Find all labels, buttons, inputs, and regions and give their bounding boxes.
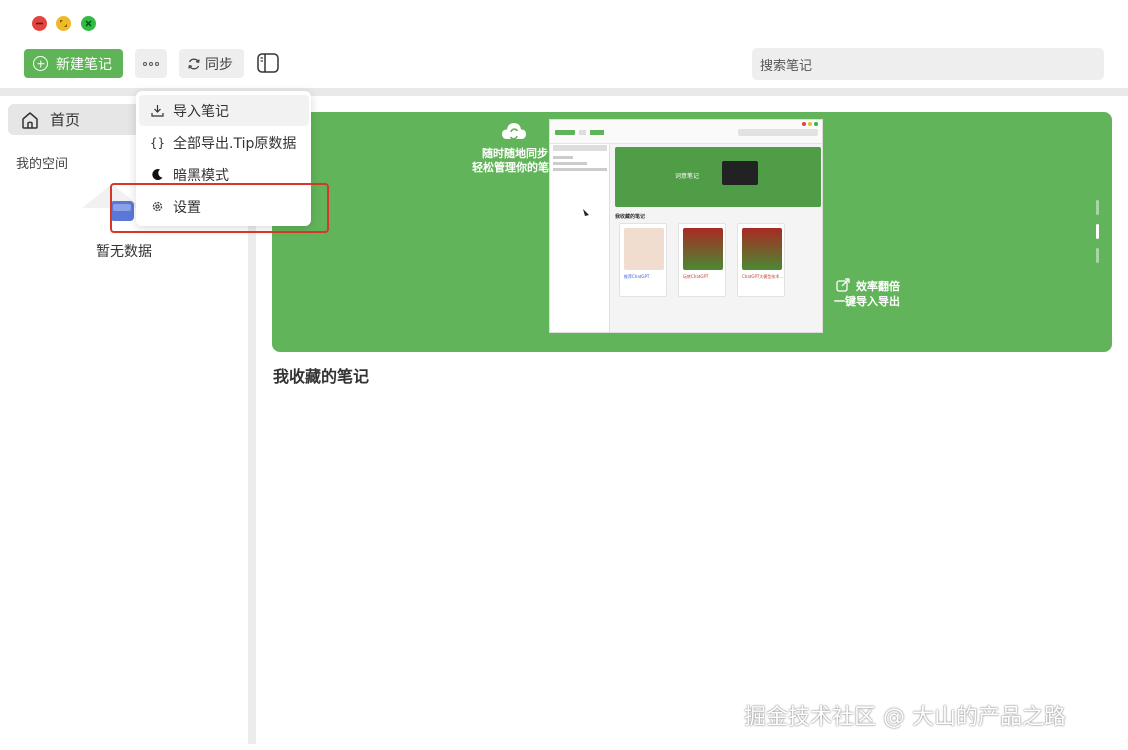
my-space-label: 我的空间 xyxy=(16,157,69,172)
folder-icon xyxy=(570,200,592,216)
more-dots-icon xyxy=(143,61,147,66)
plus-circle-icon xyxy=(33,56,48,71)
close-window-button[interactable] xyxy=(32,16,47,31)
search-input[interactable]: 搜索笔记 xyxy=(752,48,1104,80)
sidebar-item-home[interactable]: 首页 xyxy=(8,104,144,135)
app-preview-mockup: 词意笔记 我收藏的笔记 推荐ChatGPT 玩转ChatGPT ChatGPT大… xyxy=(549,119,823,333)
sidebar-toggle-icon xyxy=(257,53,279,73)
empty-state-text: 暂无数据 xyxy=(96,244,152,260)
app-window: 新建笔记 同步 搜索笔记 首页 我的空间 暂无数据 随时随地同步 轻松管理你的笔… xyxy=(0,0,1128,750)
menu-item-import[interactable]: 导入笔记 xyxy=(139,95,309,126)
watermark: 掘金技术社区 @ 大山的产品之路 xyxy=(744,705,1066,730)
banner-text-import-export: 一键导入导出 xyxy=(834,295,900,308)
sidebar-item-label: 首页 xyxy=(50,111,81,129)
favorites-title: 我收藏的笔记 xyxy=(273,367,370,386)
sync-icon xyxy=(188,58,200,69)
menu-item-label: 导入笔记 xyxy=(173,103,229,120)
settings-highlight-annotation xyxy=(110,183,329,233)
banner-text-efficiency: 效率翻倍 xyxy=(856,280,900,293)
cloud-sync-icon xyxy=(502,123,526,140)
search-placeholder: 搜索笔记 xyxy=(760,58,813,74)
sync-label: 同步 xyxy=(205,56,233,73)
download-icon xyxy=(150,104,165,117)
carousel-indicator[interactable] xyxy=(1096,200,1100,268)
export-icon xyxy=(836,278,850,292)
sync-button[interactable]: 同步 xyxy=(179,49,244,78)
menu-item-label: 暗黑模式 xyxy=(173,167,229,184)
banner-text-manage: 轻松管理你的笔记 xyxy=(472,161,560,174)
maximize-window-button[interactable] xyxy=(81,16,96,31)
braces-icon: {} xyxy=(149,135,166,150)
new-note-button[interactable]: 新建笔记 xyxy=(24,49,123,78)
new-note-label: 新建笔记 xyxy=(56,56,112,73)
fullscreen-window-button[interactable] xyxy=(56,16,71,31)
promo-banner[interactable]: 随时随地同步 轻松管理你的笔记 词意笔记 我收藏的笔记 推荐ChatGPT 玩转… xyxy=(272,112,1112,352)
more-options-button[interactable] xyxy=(135,49,167,78)
toggle-sidebar-button[interactable] xyxy=(256,52,280,74)
menu-item-label: 全部导出.Tip原数据 xyxy=(173,135,297,152)
moon-icon xyxy=(150,168,165,181)
menu-item-export-all[interactable]: {} 全部导出.Tip原数据 xyxy=(136,127,311,158)
home-icon xyxy=(22,111,38,129)
